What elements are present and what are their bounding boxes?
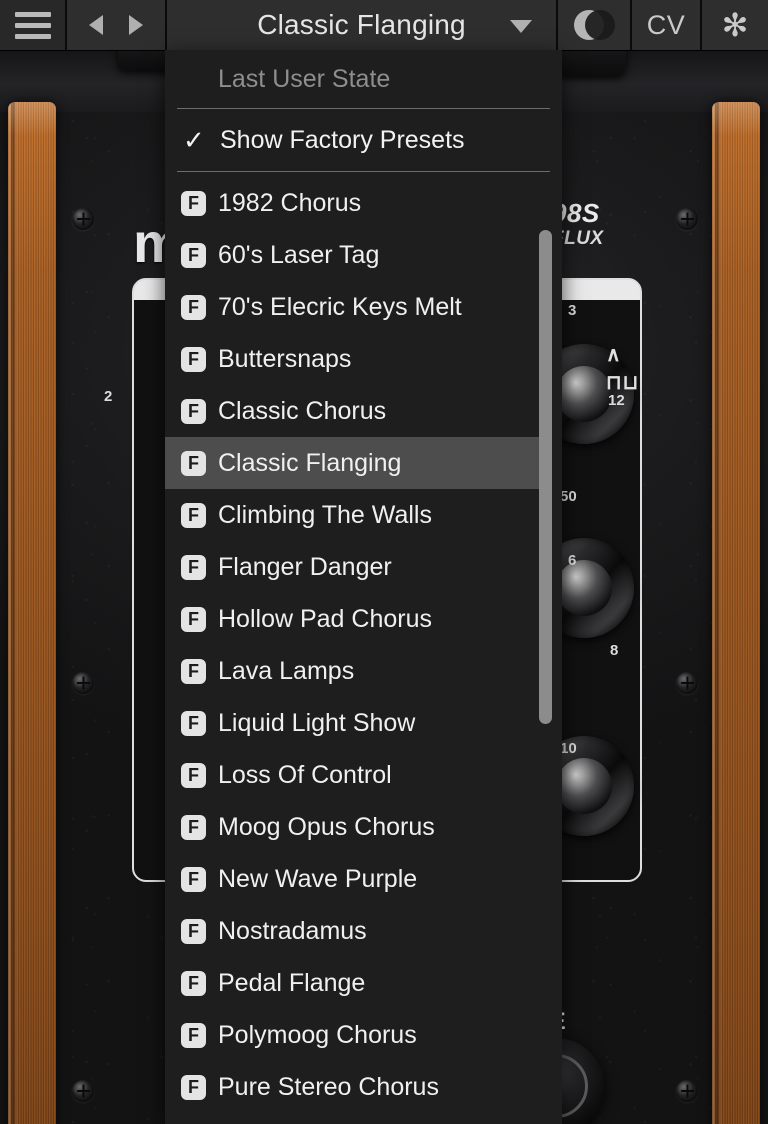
menu-item-preset[interactable]: F Pure Stereo Chorus xyxy=(165,1061,562,1113)
show-factory-presets-label: Show Factory Presets xyxy=(220,125,465,154)
screw-top-left xyxy=(72,208,94,230)
right-scale-12: 12 xyxy=(608,392,625,409)
menu-item-preset[interactable]: F Classic Chorus xyxy=(165,385,562,437)
screw-mid-left xyxy=(72,672,94,694)
preset-name-label: Classic Flanging xyxy=(257,9,466,40)
factory-preset-badge: F xyxy=(181,450,206,476)
factory-preset-badge: F xyxy=(181,346,206,372)
wood-panel-right xyxy=(712,102,760,1124)
screw-top-right xyxy=(676,208,698,230)
menu-item-preset[interactable]: F Pedal Flange xyxy=(165,957,562,1009)
preset-item-label: 60's Laser Tag xyxy=(218,240,380,269)
preset-item-label: Polymoog Chorus xyxy=(218,1020,417,1049)
factory-preset-badge: F xyxy=(181,970,206,996)
factory-preset-badge: F xyxy=(181,190,206,216)
menu-item-preset[interactable]: F New Wave Purple xyxy=(165,853,562,905)
menu-item-preset[interactable]: F Buttersnaps xyxy=(165,333,562,385)
factory-preset-badge: F xyxy=(181,658,206,684)
factory-preset-badge: F xyxy=(181,606,206,632)
menu-item-preset[interactable]: F 70's Elecric Keys Melt xyxy=(165,281,562,333)
right-scale-3: 3 xyxy=(568,302,577,319)
ramp-wave-icon: ∧ xyxy=(606,344,622,366)
right-scale-8: 8 xyxy=(610,642,619,659)
menu-item-preset[interactable]: F Polymoog Chorus xyxy=(165,1009,562,1061)
menu-item-preset[interactable]: F Hollow Pad Chorus xyxy=(165,593,562,645)
menu-item-preset[interactable]: F Climbing The Walls xyxy=(165,489,562,541)
menu-item-preset[interactable]: F Loss Of Control xyxy=(165,749,562,801)
chevron-down-icon[interactable] xyxy=(510,20,532,33)
menu-item-preset[interactable]: F Moog Opus Chorus xyxy=(165,801,562,853)
factory-preset-badge: F xyxy=(181,710,206,736)
preset-item-label: Lava Lamps xyxy=(218,656,355,685)
preset-item-label: Buttersnaps xyxy=(218,344,352,373)
preset-item-label: Moog Opus Chorus xyxy=(218,812,435,841)
preset-item-label: Nostradamus xyxy=(218,916,367,945)
screw-bottom-left xyxy=(72,1080,94,1102)
preset-list: F 1982 Chorus F 60's Laser Tag F 70's Elecric… xyxy=(165,172,562,1113)
factory-preset-badge: F xyxy=(181,398,206,424)
menu-item-show-factory-presets[interactable]: ✓ Show Factory Presets xyxy=(165,109,562,171)
plugin-window: m 98S FLUX TYPE 2 ∧ ⊓⊔ 3 12 50 6 8 10 xyxy=(0,0,768,1124)
preset-item-label: New Wave Purple xyxy=(218,864,418,893)
preset-item-label: Loss Of Control xyxy=(218,760,392,789)
menu-item-preset[interactable]: F 60's Laser Tag xyxy=(165,229,562,281)
gear-icon: ✻ xyxy=(721,7,749,43)
ab-compare-icon xyxy=(574,10,615,40)
preset-item-label: Hollow Pad Chorus xyxy=(218,604,432,633)
screw-bottom-right xyxy=(676,1080,698,1102)
main-menu-button[interactable] xyxy=(0,0,67,50)
top-toolbar: Classic Flanging CV ✻ xyxy=(0,0,768,51)
menu-item-preset[interactable]: F Nostradamus xyxy=(165,905,562,957)
menu-item-preset[interactable]: F Classic Flanging xyxy=(165,437,541,489)
factory-preset-badge: F xyxy=(181,502,206,528)
preset-item-label: Climbing The Walls xyxy=(218,500,432,529)
left-scale-2: 2 xyxy=(104,388,113,405)
preset-dropdown-menu: Last User State ✓ Show Factory Presets F… xyxy=(165,50,562,1124)
preset-item-label: Flanger Danger xyxy=(218,552,392,581)
preset-nav-group xyxy=(67,0,167,50)
preset-item-label: Classic Flanging xyxy=(218,448,402,477)
right-scale-50: 50 xyxy=(560,488,577,505)
output-jack xyxy=(556,50,626,76)
preset-selector[interactable]: Classic Flanging xyxy=(167,0,558,50)
triangle-left-icon[interactable] xyxy=(89,15,103,35)
cv-label: CV xyxy=(646,9,686,40)
factory-preset-badge: F xyxy=(181,554,206,580)
factory-preset-badge: F xyxy=(181,762,206,788)
triangle-right-icon[interactable] xyxy=(129,15,143,35)
wood-panel-left xyxy=(8,102,56,1124)
factory-preset-badge: F xyxy=(181,866,206,892)
menu-item-last-user-state[interactable]: Last User State xyxy=(165,50,562,108)
factory-preset-badge: F xyxy=(181,1022,206,1048)
menu-item-preset[interactable]: F Liquid Light Show xyxy=(165,697,562,749)
right-scale-6: 6 xyxy=(568,552,577,569)
cv-button[interactable]: CV xyxy=(632,0,702,50)
preset-item-label: Pure Stereo Chorus xyxy=(218,1072,439,1101)
menu-item-preset[interactable]: F Lava Lamps xyxy=(165,645,562,697)
factory-preset-badge: F xyxy=(181,294,206,320)
preset-item-label: 70's Elecric Keys Melt xyxy=(218,292,462,321)
last-user-state-label: Last User State xyxy=(218,64,391,93)
menu-item-preset[interactable]: F 1982 Chorus xyxy=(165,177,562,229)
factory-preset-badge: F xyxy=(181,814,206,840)
ab-compare-button[interactable] xyxy=(558,0,632,50)
checkmark-icon: ✓ xyxy=(183,124,205,155)
settings-button[interactable]: ✻ xyxy=(702,0,768,50)
screw-mid-right xyxy=(676,672,698,694)
menu-scrollbar-thumb[interactable] xyxy=(539,230,552,724)
preset-item-label: Pedal Flange xyxy=(218,968,366,997)
right-scale-10: 10 xyxy=(560,740,577,757)
factory-preset-badge: F xyxy=(181,918,206,944)
preset-item-label: Classic Chorus xyxy=(218,396,387,425)
factory-preset-badge: F xyxy=(181,1074,206,1100)
hamburger-icon xyxy=(14,11,51,39)
preset-item-label: 1982 Chorus xyxy=(218,188,362,217)
menu-item-preset[interactable]: F Flanger Danger xyxy=(165,541,562,593)
menu-scrollbar[interactable] xyxy=(539,180,552,1110)
preset-item-label: Liquid Light Show xyxy=(218,708,416,737)
factory-preset-badge: F xyxy=(181,242,206,268)
